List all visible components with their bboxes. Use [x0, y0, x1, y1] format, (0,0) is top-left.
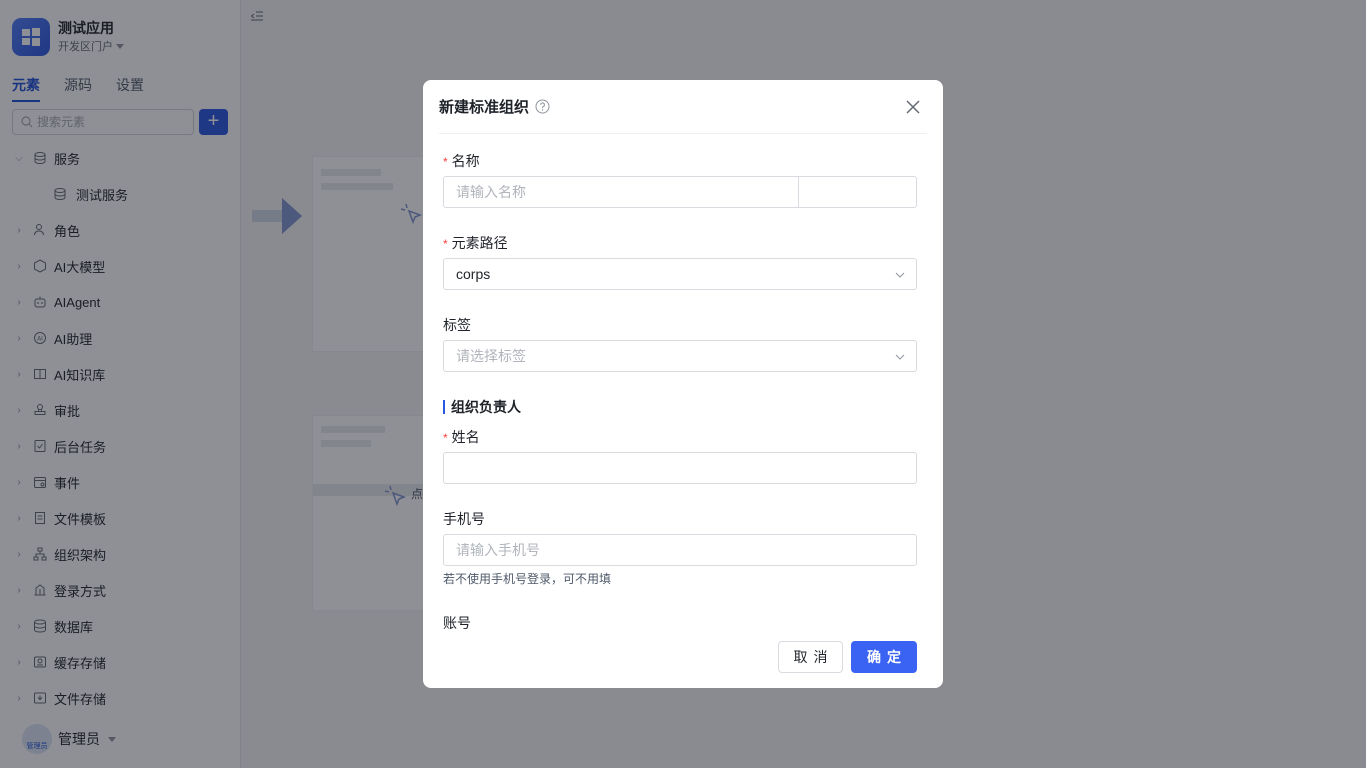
path-select[interactable]: corps — [443, 258, 917, 290]
cancel-button[interactable]: 取消 — [778, 641, 843, 673]
new-org-modal: 新建标准组织 * 名称 请输入名称 * 元素路径 corps 标签 请选择标签 组织… — [423, 80, 943, 688]
person-name-input[interactable] — [443, 452, 917, 484]
name-label: * 名称 — [443, 153, 480, 169]
tags-placeholder: 请选择标签 — [456, 348, 526, 364]
path-value: corps — [456, 266, 491, 282]
phone-input[interactable]: 请输入手机号 — [443, 534, 917, 566]
name-addon-input[interactable] — [798, 176, 917, 208]
close-button[interactable] — [903, 97, 923, 117]
help-icon[interactable] — [535, 99, 550, 114]
org-form: * 名称 请输入名称 * 元素路径 corps 标签 请选择标签 组织负责人 * 姓名… — [443, 134, 917, 638]
chevron-down-icon — [895, 354, 905, 360]
person-name-label: * 姓名 — [443, 429, 480, 445]
phone-hint: 若不使用手机号登录，可不用填 — [443, 572, 612, 586]
name-input[interactable]: 请输入名称 — [443, 176, 799, 208]
section-title: 组织负责人 — [443, 400, 521, 414]
name-placeholder: 请输入名称 — [456, 184, 526, 200]
modal-header: 新建标准组织 — [439, 80, 927, 134]
tags-select[interactable]: 请选择标签 — [443, 340, 917, 372]
required-mark: * — [443, 431, 448, 445]
phone-placeholder: 请输入手机号 — [456, 542, 540, 558]
close-icon — [906, 100, 920, 114]
account-label: 账号 — [443, 615, 471, 631]
phone-label: 手机号 — [443, 511, 485, 527]
modal-footer: 取消 确定 — [778, 641, 917, 673]
chevron-down-icon — [895, 272, 905, 278]
path-label: * 元素路径 — [443, 235, 508, 251]
modal-title: 新建标准组织 — [439, 99, 530, 116]
required-mark: * — [443, 237, 448, 251]
required-mark: * — [443, 155, 448, 169]
tags-label: 标签 — [443, 317, 471, 333]
confirm-button[interactable]: 确定 — [851, 641, 917, 673]
